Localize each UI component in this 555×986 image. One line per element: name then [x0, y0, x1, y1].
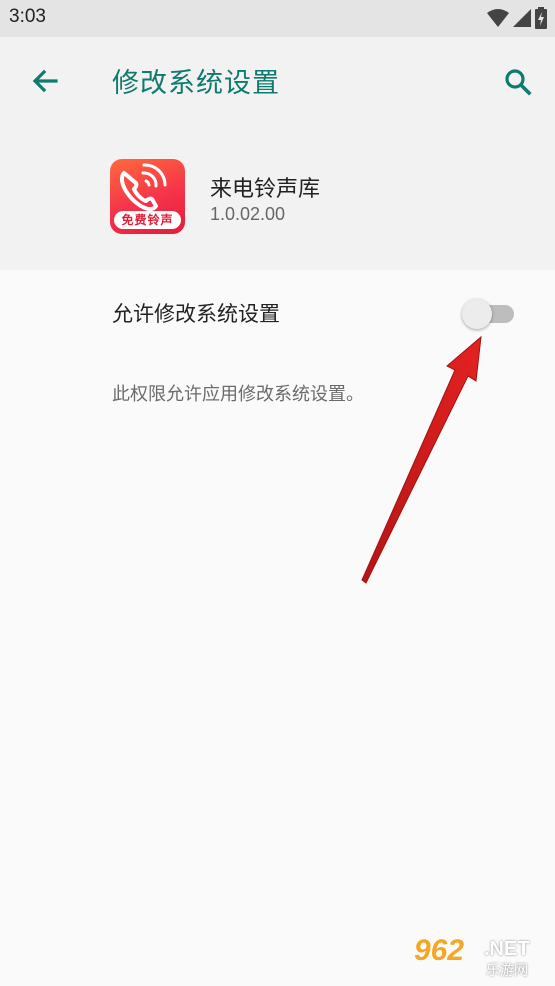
watermark-main: 962 — [414, 934, 465, 967]
setting-label: 允许修改系统设置 — [112, 302, 280, 326]
app-info-header: 修改系统设置 免费铃声 来电铃声库 1.0.02.00 — [0, 37, 555, 270]
signal-icon — [513, 9, 531, 27]
app-version: 1.0.02.00 — [210, 204, 286, 224]
allow-modify-settings-row[interactable]: 允许修改系统设置 — [0, 282, 555, 344]
battery-icon — [535, 7, 547, 29]
page-title: 修改系统设置 — [112, 68, 280, 99]
permission-description: 此权限允许应用修改系统设置。 — [112, 384, 364, 405]
toggle-thumb — [462, 299, 492, 329]
app-icon-badge: 免费铃声 — [114, 211, 181, 229]
search-button[interactable] — [500, 64, 536, 100]
status-icons — [487, 7, 547, 29]
back-button[interactable] — [26, 64, 62, 100]
status-time: 3:03 — [9, 6, 46, 27]
arrow-back-icon — [32, 69, 58, 93]
watermark-sub: 乐游网 — [486, 963, 528, 979]
watermark-suffix: .NET — [484, 938, 530, 960]
wifi-icon — [487, 9, 509, 27]
search-icon — [505, 69, 532, 96]
app-name: 来电铃声库 — [210, 177, 321, 202]
app-icon: 免费铃声 — [110, 159, 185, 234]
site-watermark: 962 .NET 乐游网 — [414, 934, 549, 980]
status-bar: 3:03 — [0, 0, 555, 37]
allow-modify-settings-toggle[interactable] — [462, 299, 516, 329]
